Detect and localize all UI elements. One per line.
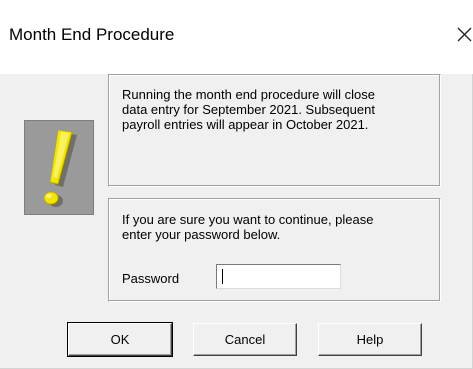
month-end-info-text: Running the month end procedure will clo…: [122, 87, 432, 132]
month-end-dialog: Month End Procedure Running the month en…: [0, 0, 473, 369]
confirm-instruction-text: If you are sure you want to continue, pl…: [122, 212, 432, 242]
text-caret: [222, 269, 223, 284]
help-button[interactable]: Help: [318, 323, 422, 356]
cancel-button[interactable]: Cancel: [193, 323, 297, 356]
close-icon: [457, 27, 472, 42]
confirm-line: If you are sure you want to continue, pl…: [122, 212, 374, 227]
info-group-box: Running the month end procedure will clo…: [108, 74, 441, 187]
close-button[interactable]: [443, 14, 473, 54]
password-input[interactable]: [216, 264, 341, 289]
info-line: data entry for September 2021. Subsequen…: [122, 102, 375, 117]
dialog-title: Month End Procedure: [9, 25, 175, 44]
confirm-line: enter your password below.: [122, 227, 281, 242]
password-label: Password: [122, 271, 180, 286]
warning-icon-panel: [24, 120, 94, 215]
ok-button[interactable]: OK: [67, 322, 173, 357]
confirm-group-box: If you are sure you want to continue, pl…: [108, 198, 441, 302]
title-bar: Month End Procedure: [0, 0, 473, 74]
info-line: Running the month end procedure will clo…: [122, 87, 375, 102]
info-line: payroll entries will appear in October 2…: [122, 117, 369, 132]
exclamation-icon: [43, 129, 77, 207]
